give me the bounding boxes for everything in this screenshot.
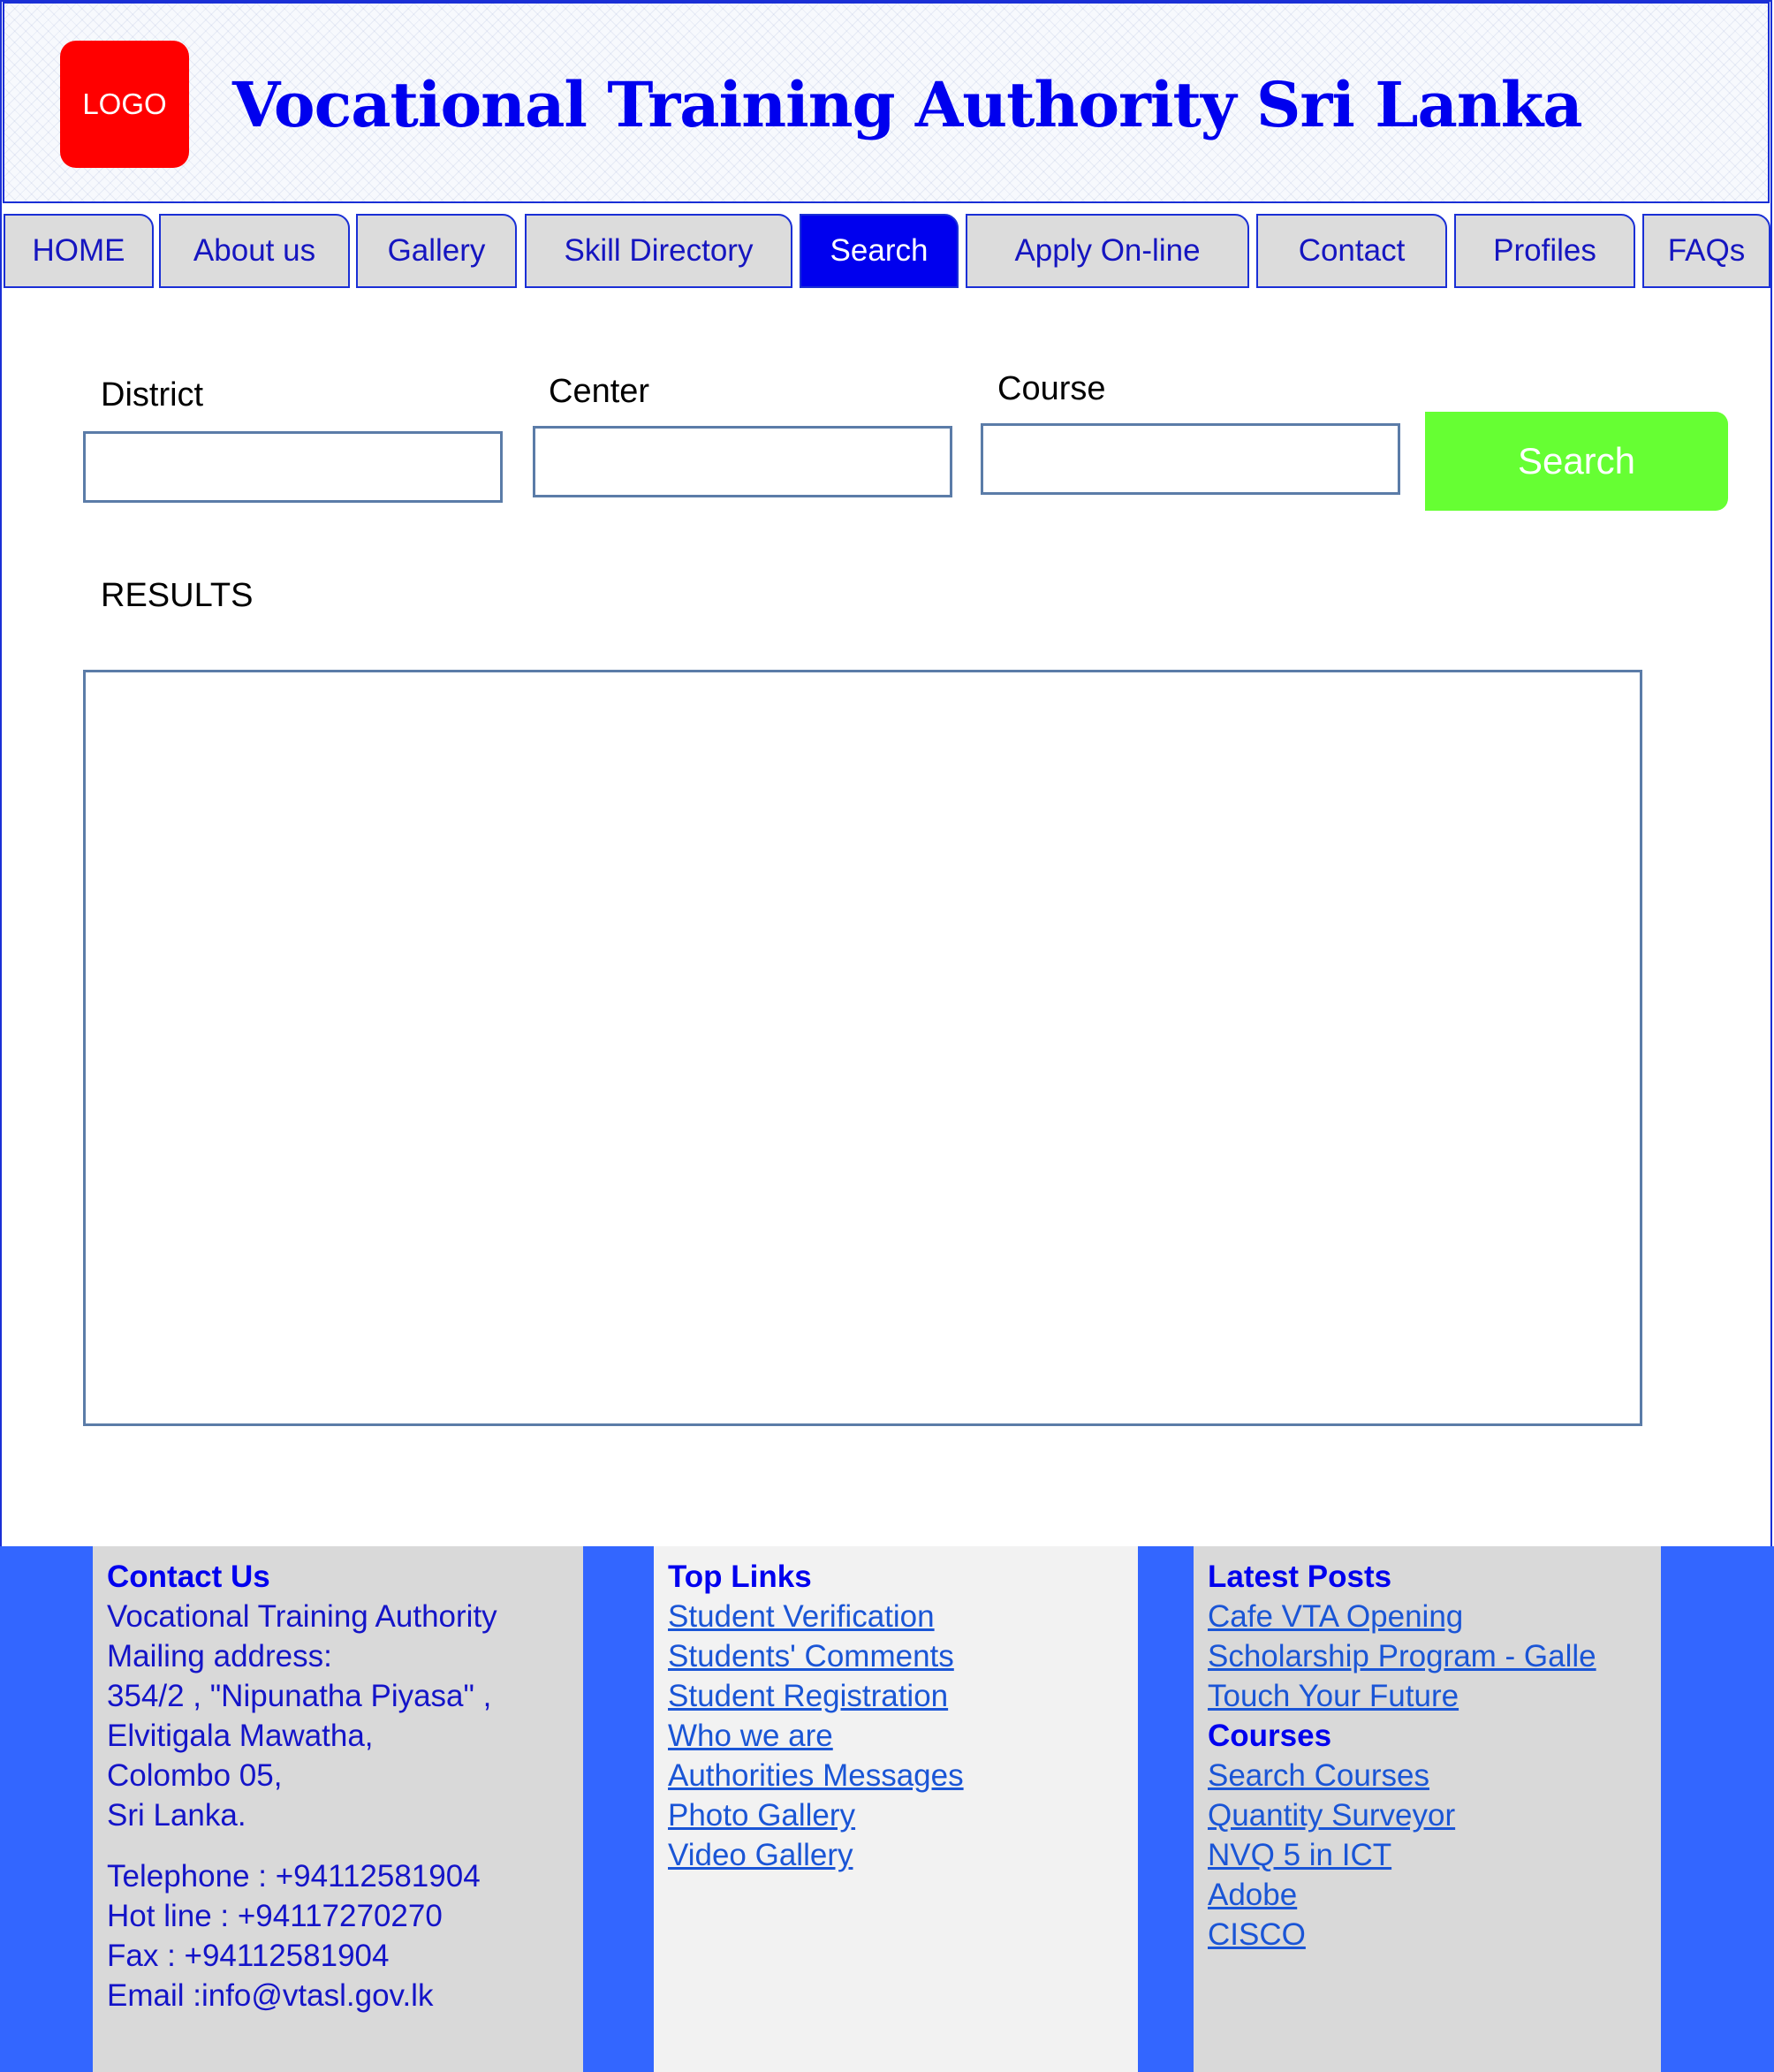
tab-search[interactable]: Search bbox=[800, 214, 959, 288]
center-input[interactable] bbox=[533, 426, 952, 497]
post-cafe-vta-opening[interactable]: Cafe VTA Opening bbox=[1208, 1597, 1661, 1636]
link-students-comments[interactable]: Students' Comments bbox=[668, 1636, 1138, 1676]
contact-us-title: Contact Us bbox=[107, 1560, 270, 1594]
link-who-we-are[interactable]: Who we are bbox=[668, 1716, 1138, 1756]
contact-mailing-label: Mailing address: bbox=[107, 1639, 332, 1674]
site-logo[interactable]: LOGO bbox=[60, 41, 189, 168]
site-footer: Contact Us Vocational Training Authority… bbox=[0, 1546, 1774, 2072]
courses-title: Courses bbox=[1208, 1719, 1332, 1753]
course-search-courses[interactable]: Search Courses bbox=[1208, 1756, 1661, 1795]
contact-address-line-3: Colombo 05, bbox=[107, 1758, 283, 1793]
course-adobe[interactable]: Adobe bbox=[1208, 1875, 1661, 1915]
link-video-gallery[interactable]: Video Gallery bbox=[668, 1835, 1138, 1875]
course-quantity-surveyor[interactable]: Quantity Surveyor bbox=[1208, 1795, 1661, 1835]
link-photo-gallery[interactable]: Photo Gallery bbox=[668, 1795, 1138, 1835]
tab-apply-online[interactable]: Apply On-line bbox=[966, 214, 1249, 288]
tab-home[interactable]: HOME bbox=[4, 214, 154, 288]
tab-contact[interactable]: Contact bbox=[1256, 214, 1447, 288]
top-links-title: Top Links bbox=[668, 1560, 812, 1594]
district-label: District bbox=[101, 376, 204, 414]
site-header: LOGO Vocational Training Authority Sri L… bbox=[3, 2, 1770, 203]
tab-skill-directory[interactable]: Skill Directory bbox=[525, 214, 792, 288]
contact-address-line-1: 354/2 , "Nipunatha Piyasa" , bbox=[107, 1679, 492, 1713]
contact-address-line-4: Sri Lanka. bbox=[107, 1798, 246, 1833]
center-label: Center bbox=[549, 373, 650, 410]
course-label: Course bbox=[997, 370, 1106, 407]
contact-telephone: Telephone : +94112581904 bbox=[107, 1859, 481, 1894]
contact-org-name: Vocational Training Authority bbox=[107, 1599, 497, 1634]
tab-gallery[interactable]: Gallery bbox=[356, 214, 517, 288]
contact-fax: Fax : +94112581904 bbox=[107, 1939, 390, 1973]
search-button[interactable]: Search bbox=[1425, 412, 1728, 511]
contact-email: Email :info@vtasl.gov.lk bbox=[107, 1978, 434, 2013]
main-nav: HOME About us Gallery Skill Directory Se… bbox=[0, 214, 1774, 292]
link-student-registration[interactable]: Student Registration bbox=[668, 1676, 1138, 1716]
footer-contact-column: Contact Us Vocational Training Authority… bbox=[93, 1546, 583, 2072]
link-student-verification[interactable]: Student Verification bbox=[668, 1597, 1138, 1636]
link-authorities-messages[interactable]: Authorities Messages bbox=[668, 1756, 1138, 1795]
post-scholarship-program-galle[interactable]: Scholarship Program - Galle bbox=[1208, 1636, 1661, 1676]
site-title: Vocational Training Authority Sri Lanka bbox=[232, 68, 1583, 141]
course-nvq5-ict[interactable]: NVQ 5 in ICT bbox=[1208, 1835, 1661, 1875]
results-heading: RESULTS bbox=[101, 577, 254, 614]
course-cisco[interactable]: CISCO bbox=[1208, 1915, 1661, 1954]
footer-top-links-column: Top Links Student Verification Students'… bbox=[654, 1546, 1138, 2072]
footer-latest-posts-column: Latest Posts Cafe VTA Opening Scholarshi… bbox=[1194, 1546, 1661, 2072]
contact-address-line-2: Elvitigala Mawatha, bbox=[107, 1719, 374, 1753]
course-input[interactable] bbox=[981, 423, 1400, 495]
latest-posts-title: Latest Posts bbox=[1208, 1560, 1392, 1594]
tab-profiles[interactable]: Profiles bbox=[1454, 214, 1635, 288]
results-box[interactable] bbox=[83, 670, 1642, 1426]
contact-hotline: Hot line : +94117270270 bbox=[107, 1899, 443, 1933]
district-input[interactable] bbox=[83, 431, 503, 503]
post-touch-your-future[interactable]: Touch Your Future bbox=[1208, 1676, 1661, 1716]
tab-faqs[interactable]: FAQs bbox=[1642, 214, 1770, 288]
tab-about-us[interactable]: About us bbox=[159, 214, 350, 288]
